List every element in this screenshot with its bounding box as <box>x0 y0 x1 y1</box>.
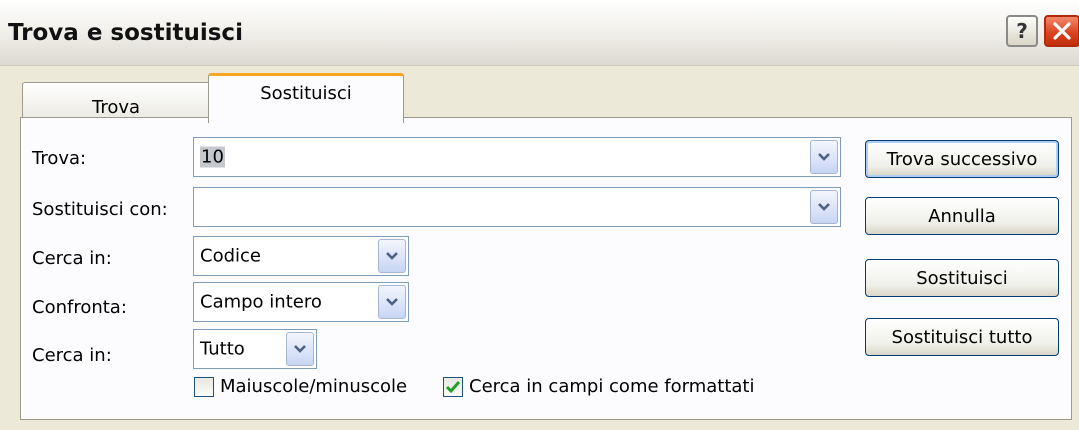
search-label: Cerca in: <box>32 345 112 366</box>
search-formatted-checkbox[interactable]: Cerca in campi come formattati <box>443 376 754 397</box>
match-select[interactable]: Campo intero <box>193 282 409 322</box>
look-in-dropdown-button[interactable] <box>378 239 406 273</box>
find-dropdown-button[interactable] <box>810 140 838 174</box>
search-select[interactable]: Tutto <box>193 329 317 369</box>
chevron-down-icon <box>818 153 830 161</box>
search-formatted-label: Cerca in campi come formattati <box>469 376 755 397</box>
chevron-down-icon <box>818 203 830 211</box>
match-case-checkbox[interactable]: Maiuscole/minuscole <box>194 376 407 397</box>
close-icon <box>1053 22 1071 40</box>
help-button[interactable]: ? <box>1006 15 1038 47</box>
match-dropdown-button[interactable] <box>378 285 406 319</box>
replace-input[interactable] <box>193 187 841 227</box>
replace-dropdown-button[interactable] <box>810 190 838 224</box>
replace-label: Sostituisci con: <box>32 199 168 220</box>
match-value: Campo intero <box>200 291 322 313</box>
close-button[interactable] <box>1044 15 1079 47</box>
search-value: Tutto <box>200 338 245 360</box>
find-input[interactable]: 10 <box>193 137 841 177</box>
look-in-label: Cerca in: <box>32 248 112 269</box>
help-icon: ? <box>1016 19 1028 43</box>
checkmark-icon <box>445 380 461 393</box>
replace-button[interactable]: Sostituisci <box>865 259 1059 297</box>
match-case-label: Maiuscole/minuscole <box>220 376 408 397</box>
cancel-button[interactable]: Annulla <box>865 197 1059 235</box>
find-label: Trova: <box>32 148 87 169</box>
find-value: 10 <box>200 146 225 168</box>
tab-sostituisci[interactable]: Sostituisci <box>208 73 404 123</box>
look-in-value: Codice <box>200 245 261 267</box>
match-label: Confronta: <box>32 297 127 318</box>
chevron-down-icon <box>386 298 398 306</box>
chevron-down-icon <box>294 345 306 353</box>
search-dropdown-button[interactable] <box>286 332 314 366</box>
title-bar[interactable]: Trova e sostituisci ? <box>0 0 1079 66</box>
look-in-select[interactable]: Codice <box>193 236 409 276</box>
chevron-down-icon <box>386 252 398 260</box>
window-title: Trova e sostituisci <box>8 20 243 46</box>
replace-all-button[interactable]: Sostituisci tutto <box>865 318 1059 356</box>
find-next-button[interactable]: Trova successivo <box>865 140 1059 178</box>
match-case-box[interactable] <box>194 376 214 397</box>
search-formatted-box[interactable] <box>443 376 463 397</box>
